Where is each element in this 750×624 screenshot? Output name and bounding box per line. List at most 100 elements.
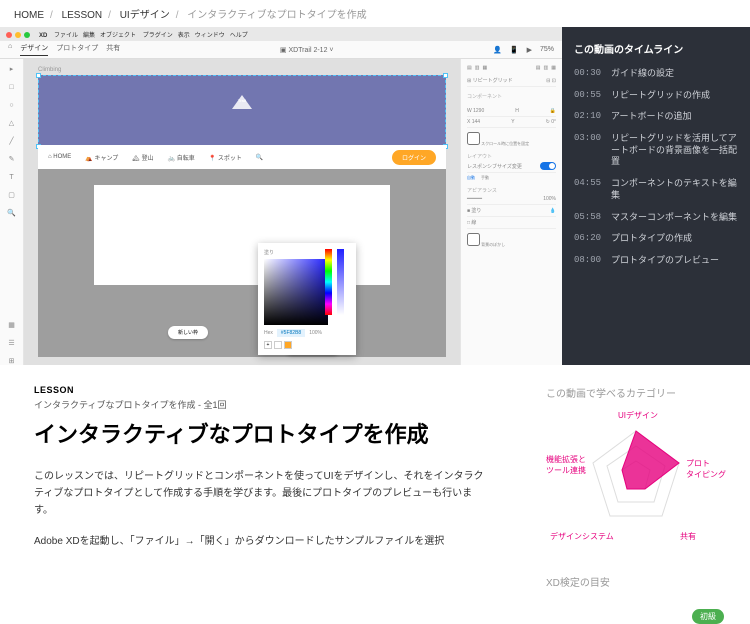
timeline-time: 04:55 <box>574 178 601 201</box>
canvas[interactable]: Climbing Trail ⌂ HOME ⛺ キャンプ 🏔 登山 🚲 自転車 … <box>24 59 460 365</box>
nav-spot[interactable]: 📍 スポット <box>209 153 242 162</box>
lesson-badge: LESSON <box>34 385 486 395</box>
artboard-header[interactable]: Trail <box>38 75 446 147</box>
align-icon[interactable]: ▤ <box>467 65 472 71</box>
assets-icon[interactable]: ▦ <box>8 321 16 329</box>
small-pill-button[interactable]: 新しい枠 <box>168 326 208 339</box>
alpha-slider[interactable] <box>337 249 344 315</box>
video-timeline: この動画のタイムライン 00:30 ガイド線の設定 00:55 リピートグリッドの作成… <box>562 27 750 365</box>
timeline-label: ガイド線の設定 <box>611 68 674 80</box>
swatch-add[interactable]: + <box>264 341 272 349</box>
nav-home[interactable]: ⌂ HOME <box>48 154 71 160</box>
rect-tool[interactable]: □ <box>8 83 16 91</box>
lock-icon[interactable]: 🔒 <box>550 108 556 114</box>
align-icon[interactable]: ▥ <box>544 65 549 71</box>
play-icon[interactable]: ▶ <box>527 46 532 54</box>
timeline-label: アートボードの追加 <box>611 111 691 123</box>
repeat-grid-button[interactable]: ⊞ リピートグリッド <box>467 77 513 84</box>
doc-title: ▣ XDTrail 2-12 ˅ <box>280 46 334 54</box>
zoom-value[interactable]: 75% <box>540 46 554 53</box>
artboard-label[interactable]: Climbing <box>38 67 446 73</box>
crumb-lesson[interactable]: LESSON <box>62 10 103 21</box>
radar-label-ui[interactable]: UIデザイン <box>618 410 658 421</box>
mac-menubar: XD ファイル編集オブジェクト プラグイン表示ウィンドウヘルプ <box>0 27 562 41</box>
align-icon[interactable]: ▦ <box>551 65 556 71</box>
timeline-time: 02:10 <box>574 111 601 123</box>
plugins-icon[interactable]: ⊞ <box>8 357 16 365</box>
artboard-tool[interactable]: ▢ <box>8 191 16 199</box>
home-icon[interactable]: ⌂ <box>8 43 12 56</box>
nav-bike[interactable]: 🚲 自転車 <box>168 153 195 162</box>
select-tool[interactable]: ▸ <box>8 65 16 73</box>
lesson-title: インタラクティブなプロトタイプを作成 <box>34 421 486 450</box>
nav-camp[interactable]: ⛺ キャンプ <box>85 153 118 162</box>
radar-label-share[interactable]: 共有 <box>680 531 696 542</box>
xd-screenshot: XD ファイル編集オブジェクト プラグイン表示ウィンドウヘルプ ⌂ デザイン プ… <box>0 27 562 365</box>
zoom-tool[interactable]: 🔍 <box>8 209 16 217</box>
timeline-item[interactable]: 00:55 リピートグリッドの作成 <box>574 90 738 102</box>
timeline-label: プロトタイプのプレビュー <box>611 255 719 267</box>
crumb-current: インタラクティブなプロトタイプを作成 <box>187 10 366 21</box>
properties-panel: ▤▥▦ ▤▥▦ ⊞ リピートグリッド⊟ ⊡ コンポーネント W 1290H🔒 X… <box>460 59 562 365</box>
radar-label-ext[interactable]: 機能拡張と ツール連携 <box>546 454 586 476</box>
timeline-time: 05:58 <box>574 212 601 224</box>
timeline-label: リピートグリッドを活用してアートボードの背景画像を一括配置 <box>611 133 738 168</box>
lesson-paragraph: Adobe XDを起動し、「ファイル」→「開く」からダウンロードしたサンプルファ… <box>34 533 486 550</box>
color-field[interactable] <box>264 259 328 325</box>
timeline-time: 06:20 <box>574 233 601 245</box>
eyedropper-icon[interactable]: 💧 <box>550 208 556 214</box>
hex-input[interactable]: #5F82B8 <box>277 329 305 337</box>
timeline-item[interactable]: 04:55コンポーネントのテキストを編集 <box>574 178 738 201</box>
radar-svg <box>586 426 686 526</box>
line-tool[interactable]: ╱ <box>8 137 16 145</box>
fix-scroll-checkbox[interactable] <box>467 132 480 145</box>
crumb-category[interactable]: UIデザイン <box>120 10 170 21</box>
radar-label-proto[interactable]: プロト タイピング <box>686 458 726 480</box>
align-icon[interactable]: ▦ <box>482 65 487 71</box>
color-picker[interactable]: 塗り Hex #5F82B8 100% + <box>258 243 356 355</box>
timeline-item[interactable]: 03:00リピートグリッドを活用してアートボードの背景画像を一括配置 <box>574 133 738 168</box>
tab-design[interactable]: デザイン <box>20 43 48 56</box>
login-button[interactable]: ログイン <box>392 150 436 165</box>
crumb-home[interactable]: HOME <box>14 10 44 21</box>
timeline-time: 00:30 <box>574 68 601 80</box>
timeline-item[interactable]: 00:30 ガイド線の設定 <box>574 68 738 80</box>
invite-icon[interactable]: 👤 <box>493 46 502 54</box>
radar-label-ds[interactable]: デザインシステム <box>550 531 614 542</box>
nav-search-icon[interactable]: 🔍 <box>256 154 263 161</box>
polygon-tool[interactable]: △ <box>8 119 16 127</box>
timeline-item[interactable]: 02:10 アートボードの追加 <box>574 111 738 123</box>
layers-icon[interactable]: ☰ <box>8 339 16 347</box>
cert-level-badge: 初級 <box>692 609 724 624</box>
swatch[interactable] <box>284 341 292 349</box>
traffic-lights[interactable] <box>6 25 33 43</box>
timeline-item[interactable]: 08:00 プロトタイプのプレビュー <box>574 255 738 267</box>
pen-tool[interactable]: ✎ <box>8 155 16 163</box>
breadcrumb: HOME/ LESSON/ UIデザイン/ インタラクティブなプロトタイプを作成 <box>0 0 750 27</box>
xd-topbar: ⌂ デザイン プロトタイプ 共有 ▣ XDTrail 2-12 ˅ 👤 📱 ▶ … <box>0 41 562 59</box>
timeline-item[interactable]: 06:20プロトタイプの作成 <box>574 233 738 245</box>
blur-checkbox[interactable] <box>467 233 480 246</box>
ellipse-tool[interactable]: ○ <box>8 101 16 109</box>
artboard-body[interactable]: 新しい枠 <box>38 169 446 357</box>
align-icon[interactable]: ▥ <box>475 65 480 71</box>
text-tool[interactable]: T <box>8 173 16 181</box>
timeline-time: 00:55 <box>574 90 601 102</box>
mac-menu-items[interactable]: XD ファイル編集オブジェクト プラグイン表示ウィンドウヘルプ <box>39 30 253 39</box>
align-icon[interactable]: ▤ <box>536 65 541 71</box>
timeline-title: この動画のタイムライン <box>574 41 738 56</box>
hue-slider[interactable] <box>325 249 332 315</box>
timeline-label: マスターコンポーネントを編集 <box>611 212 737 224</box>
timeline-time: 08:00 <box>574 255 601 267</box>
radar-chart: UIデザイン プロト タイピング 共有 デザインシステム 機能拡張と ツール連携 <box>546 408 726 558</box>
nav-climb[interactable]: 🏔 登山 <box>132 153 153 162</box>
timeline-label: リピートグリッドの作成 <box>611 90 710 102</box>
tab-prototype[interactable]: プロトタイプ <box>56 43 98 56</box>
tab-share[interactable]: 共有 <box>106 43 120 56</box>
site-navbar: ⌂ HOME ⛺ キャンプ 🏔 登山 🚲 自転車 📍 スポット 🔍 ログイン <box>38 145 446 169</box>
responsive-toggle[interactable] <box>540 162 556 170</box>
categories-title: この動画で学べるカテゴリー <box>546 385 724 400</box>
mobile-icon[interactable]: 📱 <box>510 46 519 54</box>
swatch[interactable] <box>274 341 282 349</box>
timeline-item[interactable]: 05:58 マスターコンポーネントを編集 <box>574 212 738 224</box>
